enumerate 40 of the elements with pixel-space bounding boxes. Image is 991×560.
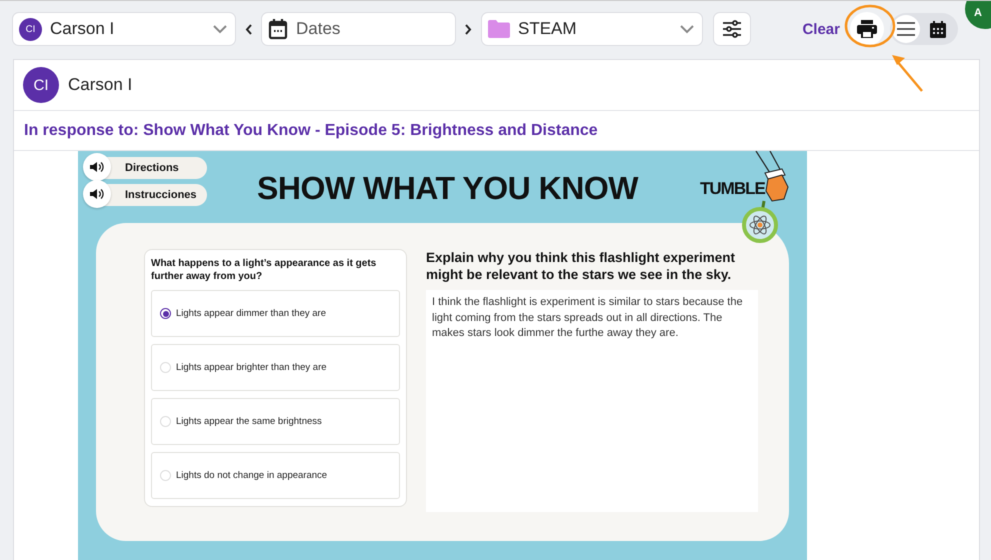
answer-option[interactable]: Lights appear dimmer than they are	[151, 290, 400, 337]
list-view-button[interactable]	[892, 15, 920, 43]
dates-placeholder: Dates	[296, 19, 342, 39]
dates-field[interactable]: Dates	[261, 12, 456, 46]
chevron-left-icon	[245, 24, 252, 34]
answer-option[interactable]: Lights appear brighter than they are	[151, 344, 400, 391]
student-select[interactable]: CI Carson I	[12, 12, 236, 46]
view-toggle[interactable]	[890, 13, 958, 45]
clear-button[interactable]: Clear	[802, 20, 840, 38]
slide-title: SHOW WHAT YOU KNOW	[257, 170, 638, 206]
radio-button[interactable]	[160, 308, 171, 319]
answer-option[interactable]: Lights appear the same brightness	[151, 398, 400, 445]
chevron-down-icon	[213, 24, 227, 34]
printer-icon	[857, 20, 877, 38]
student-name: Carson I	[68, 75, 132, 95]
answer-box: I think the flashlight is experiment is similar to stars because the light coming from the stars spreads out in all directions. The makes stars look dimmer the furthe away they are.	[426, 290, 758, 512]
speaker-icon	[90, 188, 104, 200]
chevron-right-icon	[465, 24, 472, 34]
arrow	[892, 55, 923, 92]
student-name: Carson I	[50, 19, 116, 39]
answer-option[interactable]: Lights do not change in appearance	[151, 452, 400, 499]
question-text: What happens to a light’s appearance as it gets further away from you?	[151, 257, 378, 283]
account-avatar[interactable]: A	[965, 1, 991, 29]
student-avatar: CI	[23, 67, 59, 103]
print-button[interactable]	[850, 12, 884, 46]
calendar-icon	[930, 20, 946, 38]
filter-button[interactable]	[713, 12, 751, 46]
folder-icon	[488, 20, 510, 38]
menu-icon	[897, 22, 915, 36]
highlight-circle	[844, 4, 896, 48]
brand-logo: TUMBLE	[700, 179, 765, 199]
subject-select[interactable]: STEAM	[481, 12, 703, 46]
written-prompt: Explain why you think this flashlight experiment might be relevant to the stars we see in the sky.	[426, 249, 736, 283]
speaker-icon	[90, 161, 104, 173]
student-avatar: CI	[19, 18, 42, 40]
sliders-icon	[722, 20, 742, 38]
assignment-link[interactable]: In response to: Show What You Know - Episode 5: Brightness and Distance	[24, 122, 598, 140]
chevron-down-icon	[680, 24, 694, 34]
calendar-icon	[268, 18, 288, 40]
subject-name: STEAM	[518, 19, 578, 39]
